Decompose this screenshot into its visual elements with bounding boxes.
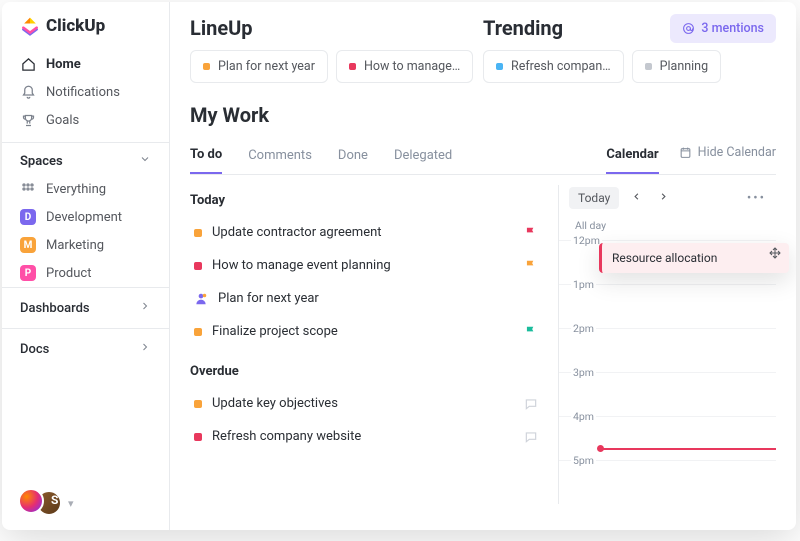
space-badge: P [20,265,36,281]
nav-home[interactable]: Home [2,50,169,78]
flag-icon [524,226,538,240]
avatar [18,488,44,514]
nav-label: Home [46,57,81,72]
space-everything[interactable]: Everything [2,175,169,203]
nav-notifications[interactable]: Notifications [2,78,169,106]
space-marketing[interactable]: M Marketing [2,231,169,259]
task-row[interactable]: Update key objectives [190,387,542,420]
tab-comments[interactable]: Comments [248,138,312,173]
section-dashboards[interactable]: Dashboards [2,287,169,328]
nav-label: Notifications [46,85,120,100]
hide-calendar-button[interactable]: Hide Calendar [679,145,776,166]
group-overdue-title: Overdue [190,364,542,379]
group-today-title: Today [190,193,542,208]
space-label: Marketing [46,238,104,253]
task-row[interactable]: How to manage event planning [190,249,542,282]
bell-icon [20,84,36,100]
space-product[interactable]: P Product [2,259,169,287]
current-time-indicator [601,448,776,450]
status-dot [496,63,503,70]
status-square [194,400,202,408]
status-square [194,328,202,336]
status-dot [645,63,652,70]
mywork-tabs: To do Comments Done Delegated Calendar H… [190,137,776,175]
task-row[interactable]: Plan for next year [190,282,542,315]
status-square [194,262,202,270]
main-content: 3 mentions LineUp Plan for next year How… [170,2,796,530]
tab-todo[interactable]: To do [190,137,222,174]
hour-row: 5pm [559,460,776,504]
trending-chip[interactable]: Refresh compan… [483,50,624,83]
trophy-icon [20,112,36,128]
space-label: Development [46,210,122,225]
avatar-letter: S [51,493,58,507]
calendar-next-button[interactable] [654,189,673,207]
person-icon [194,292,208,306]
tab-done[interactable]: Done [338,138,368,173]
status-square [194,433,202,441]
task-row[interactable]: Finalize project scope [190,315,542,348]
tab-calendar[interactable]: Calendar [606,137,658,174]
task-list: Today Update contractor agreement How to… [190,185,552,504]
sidebar: ClickUp Home Notifications Goals Spaces [2,2,170,530]
trending-chip[interactable]: Planning [632,50,722,83]
status-square [194,229,202,237]
nav-goals[interactable]: Goals [2,106,169,134]
calendar-today-button[interactable]: Today [569,187,619,209]
flag-icon [524,325,538,339]
chat-icon [524,397,538,411]
lineup-chip[interactable]: How to manage… [336,50,473,83]
space-badge: M [20,237,36,253]
brand-logo[interactable]: ClickUp [2,16,169,50]
calendar-event[interactable]: Resource allocation [599,243,789,273]
brand-name: ClickUp [46,16,105,36]
spaces-header[interactable]: Spaces [2,142,169,175]
space-development[interactable]: D Development [2,203,169,231]
task-row[interactable]: Update contractor agreement [190,216,542,249]
move-icon[interactable] [769,247,781,262]
nav-label: Goals [46,113,79,128]
chat-icon [524,430,538,444]
status-dot [349,63,356,70]
space-badge: D [20,209,36,225]
section-docs[interactable]: Docs [2,328,169,369]
calendar-prev-button[interactable] [627,189,646,207]
space-label: Product [46,266,91,281]
mentions-button[interactable]: 3 mentions [670,14,776,43]
flag-icon [524,259,538,273]
clickup-logo-icon [20,16,40,36]
tab-delegated[interactable]: Delegated [394,138,452,173]
status-dot [203,63,210,70]
chevron-right-icon [139,341,151,357]
home-icon [20,56,36,72]
calendar-icon [679,146,692,159]
task-row[interactable]: Refresh company website [190,420,542,453]
grid-icon [20,181,36,197]
lineup-chip[interactable]: Plan for next year [190,50,328,83]
calendar-panel: Today ••• All day 12pm 1pm 2pm 3pm 4pm [558,185,776,504]
chevron-right-icon [139,300,151,316]
calendar-more-button[interactable]: ••• [747,191,770,206]
chevron-down-icon [139,153,151,169]
space-label: Everything [46,182,106,197]
lineup-title: LineUp [190,16,483,40]
sidebar-footer[interactable]: S ▾ [2,476,169,530]
caret-down-icon: ▾ [68,497,74,510]
mywork-title: My Work [190,103,776,127]
at-icon [682,22,695,35]
